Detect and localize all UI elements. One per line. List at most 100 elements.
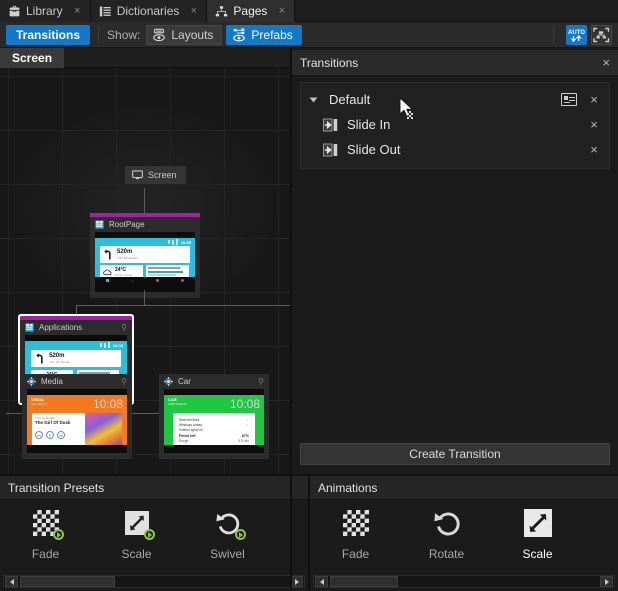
page-graph-canvas[interactable]: Screen RootPage — [0, 68, 290, 476]
play-badge — [144, 529, 155, 540]
transition-group-default[interactable]: Default × — [301, 87, 609, 112]
animation-item-fade[interactable]: Fade — [310, 507, 401, 570]
node-title-row: Media ⚲ — [22, 374, 132, 389]
node-title: Car — [178, 377, 191, 386]
preset-icon-slot — [29, 507, 63, 541]
node-preview-wrap: MEDIA Now playing 10:08 TRACK NAME — [22, 389, 132, 459]
transitions-toggle-button[interactable]: Transitions — [6, 25, 90, 45]
preview-distance: 520m — [117, 249, 137, 256]
status-value: ✓ — [246, 423, 249, 428]
play-badge — [235, 529, 246, 540]
fit-to-screen-button[interactable] — [591, 25, 612, 45]
list-icon — [99, 5, 112, 18]
scroll-left-arrow[interactable] — [315, 576, 328, 587]
auto-layout-button[interactable]: AUTO — [566, 25, 587, 45]
preset-item-scale[interactable]: Scale — [91, 507, 182, 570]
preview-clock: 10:08 — [230, 397, 260, 411]
prefabs-toggle-button[interactable]: Prefabs — [226, 25, 301, 45]
preview-header-sub: CAR STATUS — [168, 402, 187, 406]
transition-item-slide-out[interactable]: Slide Out × — [301, 137, 609, 162]
chevron-down-icon[interactable] — [310, 97, 318, 102]
transitions-panel-title: Transitions — [300, 56, 358, 70]
pin-icon[interactable]: ⚲ — [121, 323, 127, 332]
transitions-panel: Transitions × Default × Slide I — [292, 50, 618, 474]
scroll-right-arrow[interactable] — [600, 576, 613, 587]
editor-tab-bar: Library × Dictionaries × — [0, 0, 618, 22]
transition-item-label: Slide Out — [347, 142, 400, 157]
preview-taskbar: ♪ — [95, 277, 195, 284]
node-title: Media — [41, 377, 63, 386]
remove-group-icon[interactable]: × — [587, 92, 601, 107]
animation-label: Fade — [342, 547, 369, 561]
show-label: Show: — [107, 28, 140, 42]
page-icon — [95, 220, 104, 229]
preview-nav-card: 520m Turn left ahead — [100, 246, 190, 263]
play-button[interactable]: ⏵ — [46, 431, 54, 439]
tab-dictionaries[interactable]: Dictionaries × — [91, 0, 208, 22]
signal-icon — [100, 342, 110, 348]
preview-header-text: CAR CAR STATUS — [168, 397, 187, 406]
pin-icon[interactable]: ⚲ — [258, 377, 264, 386]
sitemap-icon — [215, 5, 228, 18]
animations-body: Fade Rotate — [310, 500, 618, 570]
next-button[interactable]: ⏭ — [57, 431, 65, 439]
scroll-thumb[interactable] — [330, 576, 398, 587]
transition-presets-body: Fade Scale — [0, 500, 308, 570]
animation-icon-slot — [430, 507, 464, 541]
remove-transition-icon[interactable]: × — [587, 142, 601, 157]
panel-close-icon[interactable]: × — [602, 55, 610, 70]
status-label: Range — [179, 439, 188, 444]
preset-item-swivel[interactable]: Swivel — [182, 507, 273, 570]
preset-label: Swivel — [210, 547, 245, 561]
preview-clock-group: 10:08 — [91, 397, 123, 411]
animations-panel: Animations Fade Rotate — [310, 476, 618, 591]
signal-icon — [168, 239, 178, 245]
tab-close-icon[interactable]: × — [72, 6, 83, 17]
tab-close-icon[interactable]: × — [188, 6, 199, 17]
preset-label: Fade — [32, 547, 59, 561]
animation-item-rotate[interactable]: Rotate — [401, 507, 492, 570]
animation-icon-slot — [521, 507, 555, 541]
toolbar-divider-2 — [553, 26, 554, 43]
transition-group-name: Default — [329, 92, 370, 107]
preview-distance-sub: Turn left ahead — [49, 360, 69, 364]
breadcrumb-screen[interactable]: Screen — [0, 48, 64, 68]
tab-close-icon[interactable]: × — [276, 6, 287, 17]
animation-item-scale[interactable]: Scale — [492, 507, 583, 570]
create-transition-button[interactable]: Create Transition — [300, 443, 610, 465]
graph-node-label: Screen — [148, 170, 177, 180]
play-badge — [53, 529, 64, 540]
preview-nav-card: 520m Turn left ahead — [31, 350, 121, 367]
slide-in-icon — [323, 118, 338, 132]
bottom-splitter[interactable] — [308, 476, 310, 591]
node-title: RootPage — [109, 220, 145, 229]
graph-node-media[interactable]: Media ⚲ MEDIA Now playing 1 — [22, 374, 132, 459]
prefabs-icon — [232, 28, 246, 42]
rotate-icon — [433, 509, 461, 537]
graph-node-screen[interactable]: Screen — [125, 166, 186, 184]
transition-item-slide-in[interactable]: Slide In × — [301, 112, 609, 137]
remove-transition-icon[interactable]: × — [587, 117, 601, 132]
graph-node-car[interactable]: Car ⚲ CAR CAR STATUS 10:08 — [159, 374, 269, 459]
pin-icon[interactable]: ⚲ — [121, 377, 127, 386]
note-icon[interactable] — [561, 93, 577, 106]
tab-library[interactable]: Library × — [0, 0, 91, 22]
page-icon — [25, 323, 34, 332]
tab-pages[interactable]: Pages × — [207, 0, 295, 22]
prev-button[interactable]: ⏮ — [35, 431, 43, 439]
scroll-left-arrow[interactable] — [5, 576, 18, 587]
vertical-splitter[interactable] — [290, 48, 292, 591]
scroll-thumb[interactable] — [20, 576, 115, 587]
preview-header-sub: Now playing — [31, 402, 47, 406]
transition-item-label: Slide In — [347, 117, 390, 132]
preview-statusbar: MEDIA Now playing 10:08 — [27, 395, 127, 411]
fit-to-screen-icon — [593, 27, 610, 43]
layouts-toggle-button[interactable]: Layouts — [146, 25, 222, 45]
animations-scrollbar[interactable] — [313, 575, 615, 588]
layouts-icon — [152, 28, 166, 42]
graph-node-rootpage[interactable]: RootPage 10:08 — [90, 213, 200, 298]
transition-presets-scrollbar[interactable] — [3, 575, 305, 588]
node-preview-wrap: CAR CAR STATUS 10:08 Seat belt fixed✓ — [159, 389, 269, 459]
preset-item-fade[interactable]: Fade — [0, 507, 91, 570]
status-row: Range570 km — [179, 439, 249, 444]
